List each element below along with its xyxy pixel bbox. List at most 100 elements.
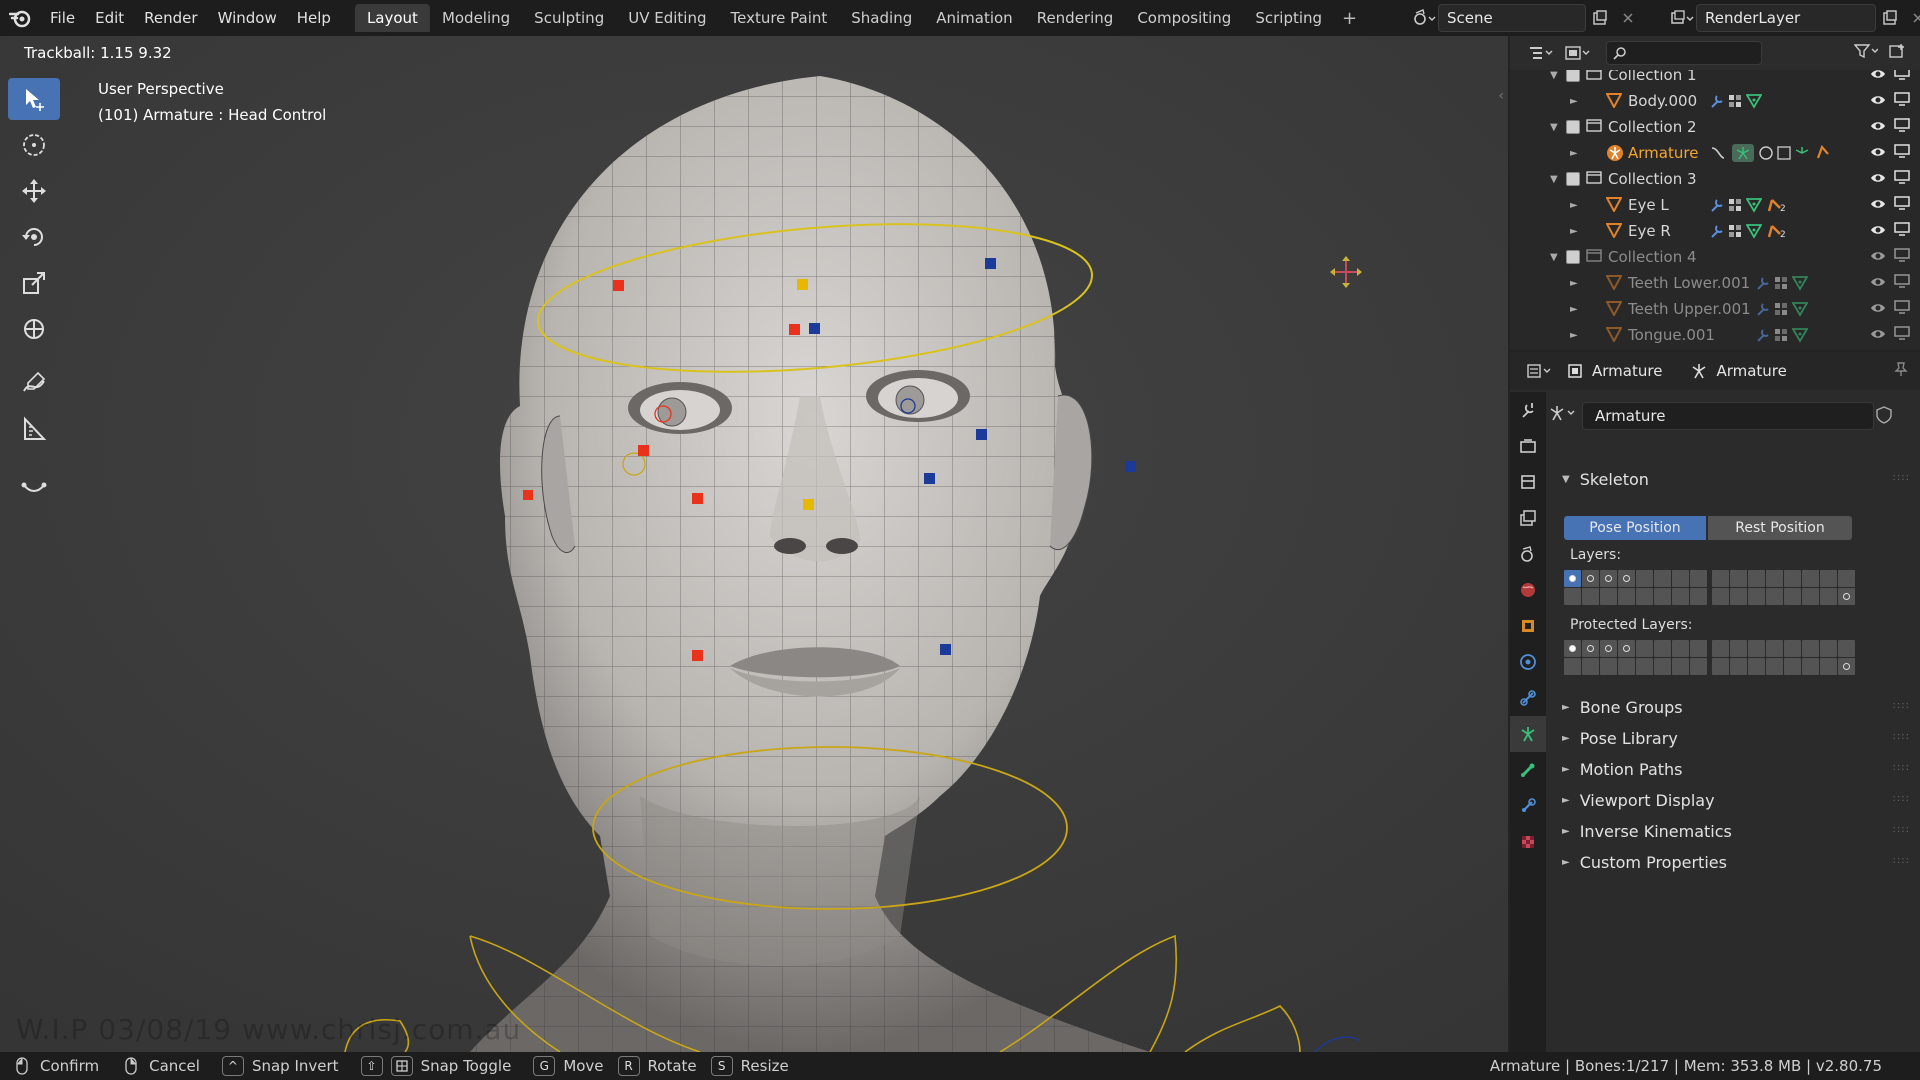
bone-layer-toggle[interactable] xyxy=(1636,588,1653,605)
bone-layer-toggle[interactable] xyxy=(1618,588,1635,605)
armature-name-field[interactable]: Armature xyxy=(1582,402,1874,430)
scene-browse-icon[interactable] xyxy=(1410,5,1438,31)
bone-layer-toggle[interactable] xyxy=(1712,658,1729,675)
bone-layer-toggle[interactable] xyxy=(1600,658,1617,675)
bone-layer-toggle[interactable] xyxy=(1766,640,1783,657)
bone-layer-toggle[interactable] xyxy=(1600,588,1617,605)
bone-layer-toggle[interactable] xyxy=(1712,570,1729,587)
outliner-data-icons[interactable]: 2 xyxy=(1710,196,1786,214)
tool-settings-tab-icon[interactable] xyxy=(1510,392,1546,428)
bone-layer-toggle[interactable] xyxy=(1690,570,1707,587)
bone-constraints-tab-icon[interactable] xyxy=(1510,788,1546,824)
delete-scene-icon[interactable] xyxy=(1614,5,1642,31)
bone-layer-toggle[interactable] xyxy=(1730,588,1747,605)
view-layer-browse-icon[interactable] xyxy=(1668,5,1696,31)
visibility-eye-icon[interactable] xyxy=(1870,196,1886,214)
expand-arrow-right-icon[interactable]: ► xyxy=(1570,278,1578,289)
bone-layer-toggle[interactable] xyxy=(1582,658,1599,675)
transform-tool-icon[interactable] xyxy=(8,308,60,350)
bone-layer-toggle[interactable] xyxy=(1820,570,1837,587)
render-monitor-icon[interactable] xyxy=(1894,248,1910,266)
menu-render[interactable]: Render xyxy=(134,0,207,36)
tab-layout[interactable]: Layout xyxy=(354,4,430,32)
visibility-eye-icon[interactable] xyxy=(1870,118,1886,136)
visibility-eye-icon[interactable] xyxy=(1870,326,1886,344)
menu-help[interactable]: Help xyxy=(287,0,341,36)
bone-layer-toggle[interactable] xyxy=(1838,588,1855,605)
bone-layer-toggle[interactable] xyxy=(1690,588,1707,605)
fake-user-shield-icon[interactable] xyxy=(1876,406,1892,428)
scene-tab-icon[interactable] xyxy=(1510,536,1546,572)
drag-handle-icon[interactable]: :::: xyxy=(1893,700,1910,711)
bone-layer-toggle[interactable] xyxy=(1748,570,1765,587)
tab-scripting[interactable]: Scripting xyxy=(1243,4,1334,32)
bone-layer-toggle[interactable] xyxy=(1582,640,1599,657)
select-tool-icon[interactable] xyxy=(8,78,60,120)
texture-tab-icon[interactable] xyxy=(1510,824,1546,860)
rotate-tool-icon[interactable] xyxy=(8,216,60,258)
menu-window[interactable]: Window xyxy=(208,0,287,36)
bone-envelope-tool-icon[interactable] xyxy=(8,462,60,504)
visibility-eye-icon[interactable] xyxy=(1870,248,1886,266)
bone-layer-toggle[interactable] xyxy=(1690,658,1707,675)
collapsed-panel-header[interactable]: ► Inverse Kinematics xyxy=(1562,822,1732,841)
outliner-row[interactable]: ▼ Collection 2 xyxy=(1510,114,1920,140)
render-monitor-icon[interactable] xyxy=(1894,144,1910,162)
bone-layer-toggle[interactable] xyxy=(1636,658,1653,675)
properties-editor-type-icon[interactable] xyxy=(1526,363,1552,379)
expand-arrow-right-icon[interactable]: ► xyxy=(1570,226,1578,237)
exclude-checkbox[interactable] xyxy=(1566,172,1580,186)
outliner-row[interactable]: ▼ Collection 3 xyxy=(1510,166,1920,192)
outliner-data-icons[interactable] xyxy=(1756,327,1808,343)
exclude-checkbox[interactable] xyxy=(1566,250,1580,264)
bone-layer-toggle[interactable] xyxy=(1748,640,1765,657)
bone-layer-toggle[interactable] xyxy=(1784,570,1801,587)
visibility-eye-icon[interactable] xyxy=(1870,274,1886,292)
collapsed-panel-header[interactable]: ► Custom Properties xyxy=(1562,853,1727,872)
expand-arrow-right-icon[interactable]: ► xyxy=(1570,200,1578,211)
bone-layer-toggle[interactable] xyxy=(1672,640,1689,657)
bone-tab-icon[interactable] xyxy=(1510,752,1546,788)
bone-layer-toggle[interactable] xyxy=(1618,658,1635,675)
display-mode-icon[interactable] xyxy=(1564,44,1590,62)
add-workspace-button[interactable]: + xyxy=(1334,8,1365,29)
bone-layer-toggle[interactable] xyxy=(1784,640,1801,657)
outliner-data-icons[interactable] xyxy=(1756,275,1808,291)
bone-layer-toggle[interactable] xyxy=(1730,570,1747,587)
bone-layer-toggle[interactable] xyxy=(1564,588,1581,605)
collapsed-panel-header[interactable]: ► Pose Library xyxy=(1562,729,1678,748)
sidebar-toggle-icon[interactable]: ‹ xyxy=(1498,88,1504,104)
pose-position-button[interactable]: Pose Position xyxy=(1564,516,1706,540)
tab-animation[interactable]: Animation xyxy=(924,4,1024,32)
menu-edit[interactable]: Edit xyxy=(85,0,134,36)
outliner-data-icons[interactable] xyxy=(1710,144,1830,162)
bone-layer-toggle[interactable] xyxy=(1820,640,1837,657)
collapsed-panel-header[interactable]: ► Bone Groups xyxy=(1562,698,1683,717)
view-layer-tab-icon[interactable] xyxy=(1510,500,1546,536)
drag-handle-icon[interactable]: :::: xyxy=(1893,855,1910,866)
bone-layer-toggle[interactable] xyxy=(1564,570,1581,587)
drag-handle-icon[interactable]: :::: xyxy=(1893,731,1910,742)
expand-arrow-down-icon[interactable]: ▼ xyxy=(1550,122,1558,133)
outliner-data-icons[interactable] xyxy=(1710,93,1762,109)
bone-layer-toggle[interactable] xyxy=(1690,640,1707,657)
bone-layer-toggle[interactable] xyxy=(1802,588,1819,605)
outliner-row[interactable]: ▼ Collection 1 xyxy=(1510,70,1920,88)
delete-view-layer-icon[interactable] xyxy=(1904,5,1920,31)
bone-layer-toggle[interactable] xyxy=(1582,588,1599,605)
drag-handle-icon[interactable]: :::: xyxy=(1893,472,1910,483)
expand-arrow-right-icon[interactable]: ► xyxy=(1570,96,1578,107)
outliner-row[interactable]: ► Eye L 2 xyxy=(1510,192,1920,218)
bone-layer-toggle[interactable] xyxy=(1564,640,1581,657)
bone-layer-toggle[interactable] xyxy=(1730,640,1747,657)
exclude-checkbox[interactable] xyxy=(1566,120,1580,134)
bone-layer-toggle[interactable] xyxy=(1636,570,1653,587)
bone-layer-toggle[interactable] xyxy=(1654,588,1671,605)
exclude-checkbox[interactable] xyxy=(1566,70,1580,82)
annotate-tool-icon[interactable] xyxy=(8,362,60,404)
visibility-eye-icon[interactable] xyxy=(1870,144,1886,162)
bone-layer-toggle[interactable] xyxy=(1730,658,1747,675)
outliner-row[interactable]: ► Body.000 xyxy=(1510,88,1920,114)
bone-layer-toggle[interactable] xyxy=(1748,658,1765,675)
outliner-data-icons[interactable] xyxy=(1756,301,1808,317)
